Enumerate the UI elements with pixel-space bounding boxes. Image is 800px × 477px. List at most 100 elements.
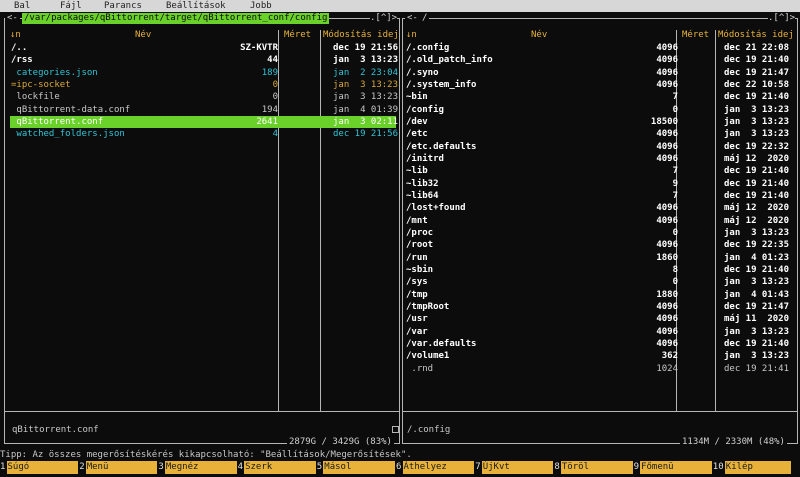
left-panel-path[interactable]: /var/packages/qBittorrent/target/qBittor…: [22, 13, 330, 24]
right-file-name: /dev: [406, 116, 428, 127]
left-file-row[interactable]: /.. SZ-KVTR dec 19 21:56: [10, 42, 399, 54]
right-file-row[interactable]: ~lib 7 dec 19 21:40: [406, 165, 792, 177]
left-file-modified: jan 4 01:39: [333, 104, 399, 115]
right-file-modified: máj 12 2020: [724, 203, 790, 214]
right-file-row[interactable]: /sys 0 jan 3 13:23: [406, 276, 792, 288]
right-file-row[interactable]: ~bin 7 dec 19 21:40: [406, 91, 792, 103]
left-file-size: 2641: [256, 116, 278, 127]
right-panel-path[interactable]: /: [420, 13, 430, 24]
fkey-7[interactable]: 7 ÚjKvt: [475, 461, 554, 474]
right-file-row[interactable]: /run 1860 jan 4 01:23: [406, 252, 792, 264]
left-file-modified: dec 19 21:56: [333, 43, 399, 53]
fkey-number: 7: [475, 461, 481, 474]
right-file-row[interactable]: /usr 4096 máj 11 2020: [406, 313, 792, 325]
right-file-row[interactable]: /initrd 4096 máj 12 2020: [406, 153, 792, 165]
left-panel-arrow[interactable]: <-: [5, 13, 20, 24]
right-sort-indicator[interactable]: ↓n: [406, 30, 417, 41]
right-panel-corner-buttons[interactable]: .[^]>: [768, 13, 796, 24]
function-key-bar: 1 Súgó 2 Menü 3 Megnéz 4 Szerk 5 Másol 6 Áthelyez 7 Ú…: [0, 461, 800, 475]
right-file-size: 4096: [656, 326, 678, 337]
fkey-8[interactable]: 8 Töröl: [554, 461, 633, 474]
fkey-3[interactable]: 3 Megnéz: [158, 461, 237, 474]
right-file-row[interactable]: .rnd 1024 dec 19 21:41: [406, 363, 792, 375]
right-file-row[interactable]: ~sbin 8 dec 19 21:40: [406, 264, 792, 276]
right-file-row[interactable]: /.system_info 4096 dec 22 10:58: [406, 79, 792, 91]
left-file-name: lockfile: [11, 92, 60, 103]
right-panel-arrow[interactable]: <-: [405, 13, 420, 24]
right-file-row[interactable]: ~lib32 9 dec 19 21:40: [406, 178, 792, 190]
right-file-row[interactable]: /.config 4096 dec 21 22:08: [406, 42, 792, 54]
left-file-row[interactable]: qBittorrent.conf 2641 jan 3 02:11: [10, 115, 398, 128]
right-file-row[interactable]: /lost+found 4096 máj 12 2020: [406, 202, 792, 214]
right-file-size: 7: [672, 190, 678, 201]
left-panel-corner-buttons[interactable]: .[^]>: [370, 13, 398, 24]
left-file-row[interactable]: =ipc-socket 0 jan 3 13:23: [10, 79, 398, 91]
left-file-row[interactable]: /rss 44 jan 3 13:23: [10, 54, 398, 66]
right-file-row[interactable]: /tmp 1880 jan 4 01:43: [406, 289, 792, 301]
right-file-row[interactable]: /tmpRoot 4096 dec 19 21:47: [406, 301, 792, 313]
right-file-row[interactable]: /etc.defaults 4096 dec 19 22:32: [406, 141, 792, 153]
fkey-label: Áthelyez: [402, 461, 475, 474]
left-header-mtime[interactable]: Módosítás idej: [323, 30, 399, 41]
right-file-name: /etc.defaults: [406, 141, 477, 152]
right-file-row[interactable]: /.syno 4096 dec 19 21:47: [406, 67, 792, 79]
left-file-row[interactable]: watched_folders.json 4 dec 19 21:56: [10, 128, 398, 140]
right-file-size: 9: [672, 178, 678, 189]
right-file-row[interactable]: /var 4096 jan 3 13:23: [406, 326, 792, 338]
right-file-row[interactable]: /.old_patch_info 4096 dec 19 21:40: [406, 54, 792, 66]
menu-right[interactable]: Jobb: [250, 1, 272, 11]
left-file-size: 0: [272, 92, 278, 103]
menu-left[interactable]: Bal: [14, 1, 30, 11]
right-file-name: /var: [406, 326, 428, 337]
left-file-size: 0: [272, 79, 278, 90]
right-header-name[interactable]: Név: [531, 30, 547, 41]
left-header-name[interactable]: Név: [135, 30, 151, 41]
fkey-9[interactable]: 9 Főmenü: [633, 461, 713, 474]
right-file-modified: jan 3 13:23: [724, 104, 790, 115]
right-file-row[interactable]: /config 0 jan 3 13:23: [406, 104, 792, 116]
fkey-6[interactable]: 6 Áthelyez: [396, 461, 475, 474]
fkey-label: Töröl: [560, 461, 633, 474]
fkey-label: ÚjKvt: [481, 461, 554, 474]
right-file-size: 4096: [656, 153, 678, 164]
right-file-row[interactable]: /volume1 362 jan 3 13:23: [406, 350, 792, 362]
right-file-name: ~lib32: [406, 178, 439, 189]
right-file-modified: dec 22 10:58: [724, 79, 790, 90]
right-file-row[interactable]: ~lib64 7 dec 19 21:40: [406, 190, 792, 202]
fkey-10[interactable]: 10 Kilép: [712, 461, 792, 474]
right-file-row[interactable]: /var.defaults 4096 dec 19 21:40: [406, 338, 792, 350]
left-file-size: 194: [261, 104, 278, 115]
fkey-5[interactable]: 5 Másol: [316, 461, 396, 474]
fkey-2[interactable]: 2 Menü: [79, 461, 158, 474]
right-file-row[interactable]: /proc 0 jan 3 13:23: [406, 227, 792, 239]
left-file-row[interactable]: lockfile 0 jan 3 13:23: [10, 91, 399, 103]
right-file-modified: dec 19 21:47: [724, 67, 790, 78]
left-sort-indicator[interactable]: ↓n: [10, 30, 21, 41]
left-file-row[interactable]: qBittorrent-data.conf 194 jan 4 01:39: [10, 104, 399, 116]
fkey-label: Főmenü: [640, 461, 712, 474]
right-file-name: /tmpRoot: [406, 301, 450, 312]
right-file-size: 4096: [656, 301, 678, 312]
fkey-1[interactable]: 1 Súgó: [0, 461, 79, 474]
right-header-mtime[interactable]: Módosítás idej: [718, 30, 794, 41]
right-file-size: 362: [661, 351, 678, 362]
right-file-row[interactable]: /etc 4096 jan 3 13:23: [406, 128, 792, 140]
left-file-name: watched_folders.json: [11, 129, 125, 140]
right-header-size[interactable]: Méret: [682, 30, 709, 41]
fkey-label: Szerk: [244, 461, 316, 474]
left-header-size[interactable]: Méret: [284, 30, 311, 41]
right-file-row[interactable]: /dev 18500 jan 3 13:23: [406, 116, 792, 128]
right-file-row[interactable]: /root 4096 dec 19 22:35: [406, 239, 792, 251]
right-file-size: 4096: [656, 43, 678, 53]
left-scroll-handle[interactable]: [392, 426, 399, 433]
menu-file[interactable]: Fájl: [60, 1, 82, 11]
fkey-number: 8: [554, 461, 560, 474]
menu-options[interactable]: Beállítások: [166, 1, 226, 11]
fkey-4[interactable]: 4 Szerk: [237, 461, 317, 474]
fkey-number: 1: [0, 461, 6, 474]
right-file-row[interactable]: /mnt 4096 máj 12 2020: [406, 215, 792, 227]
right-file-size: 7: [672, 92, 678, 103]
menu-command[interactable]: Parancs: [104, 1, 142, 11]
left-file-row[interactable]: categories.json 189 jan 2 23:04: [10, 67, 398, 79]
left-file-modified: jan 3 13:23: [333, 92, 399, 103]
